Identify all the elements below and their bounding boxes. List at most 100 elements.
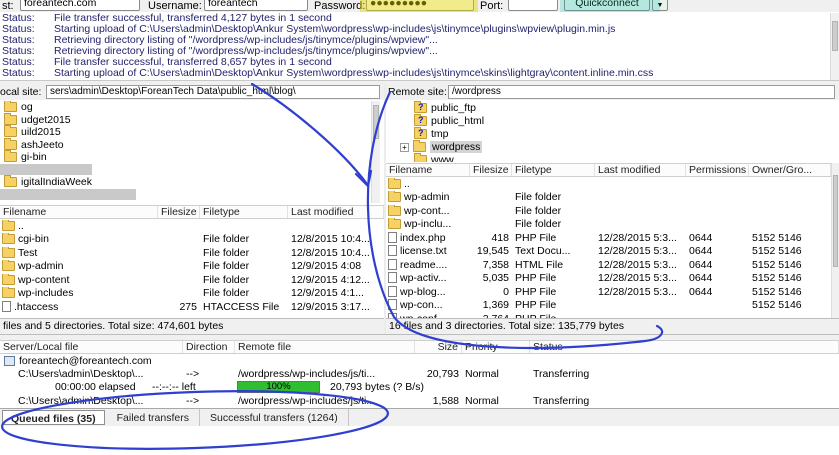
column-header[interactable]: Remote file (235, 341, 415, 353)
column-header[interactable]: Filesize (470, 164, 512, 176)
column-header[interactable]: Last modified (595, 164, 686, 176)
column-header[interactable]: Owner/Gro... (749, 164, 831, 176)
tree-item-selected[interactable]: + wordpress (400, 140, 483, 153)
local-status-bar: files and 5 directories. Total size: 474… (0, 318, 384, 334)
table-row[interactable]: wp-blog... 0 PHP File 12/28/2015 5:3... 0644… (386, 285, 831, 298)
table-row[interactable]: wp-activ... 5,035 PHP File 12/28/2015 5:3..… (386, 271, 831, 284)
column-header[interactable]: Filename (0, 206, 158, 218)
tree-item[interactable]: gi-bin (4, 150, 47, 163)
folder-icon (388, 204, 401, 216)
column-header[interactable]: Size (415, 341, 462, 353)
tree-expander-icon[interactable]: + (400, 142, 409, 152)
column-header[interactable]: Filetype (512, 164, 595, 176)
quickconnect-dropdown-icon[interactable]: ▼ (652, 0, 668, 11)
remote-list-header: Filename Filesize Filetype Last modified… (386, 163, 831, 177)
folder-icon (2, 273, 15, 285)
table-row[interactable]: wp-content File folder 12/9/2015 4:12... (0, 273, 384, 286)
log-line: Status: Starting upload of C:\Users\admin… (2, 67, 654, 79)
table-row[interactable]: .. (386, 177, 831, 190)
username-input[interactable]: foreantech (204, 0, 308, 11)
time-left: --:--:-- left (152, 381, 196, 393)
file-icon (388, 232, 397, 243)
message-log: Status: File transfer successful, transfe… (0, 13, 829, 80)
column-header[interactable]: Filename (386, 164, 470, 176)
queue-header: Server/Local file Direction Remote file … (0, 340, 839, 354)
username-label: Username: (148, 0, 202, 12)
quickconnect-button[interactable]: Quickconnect (564, 0, 650, 11)
tree-item[interactable]: udget2015 (4, 113, 71, 126)
tree-item[interactable]: public_html (414, 114, 484, 127)
tab-failed-transfers[interactable]: Failed transfers (107, 409, 200, 426)
elapsed-time: 00:00:00 elapsed (55, 381, 136, 393)
remote-status-bar: 16 files and 3 directories. Total size: … (386, 318, 839, 334)
local-tree-scrollbar[interactable] (371, 101, 380, 203)
table-row[interactable]: index.php 418 PHP File 12/28/2015 5:3... 064… (386, 231, 831, 244)
folder-icon (4, 138, 17, 150)
folder-icon (414, 153, 427, 162)
folder-icon (388, 190, 401, 202)
tree-item[interactable]: igitalIndiaWeek (4, 175, 92, 188)
queue-transfer-row[interactable]: C:\Users\admin\Desktop\... --> /wordpres… (0, 394, 839, 407)
password-input[interactable]: ●●●●●●●●● (366, 0, 474, 11)
table-row[interactable]: wp-inclu... File folder (386, 217, 831, 230)
remote-site-row: Remote site: /wordpress (386, 84, 839, 100)
column-header[interactable]: Permissions (686, 164, 749, 176)
tree-item[interactable]: og (4, 101, 33, 113)
table-row[interactable]: .htaccess 275 HTACCESS File 12/9/2015 3:17.… (0, 300, 384, 313)
remote-site-label: Remote site: (388, 86, 447, 98)
tab-queued-files[interactable]: Queued files (35) (2, 410, 105, 425)
table-row[interactable]: Test File folder 12/8/2015 10:4... (0, 246, 384, 259)
log-scrollbar[interactable] (830, 13, 839, 80)
column-header[interactable]: Filetype (200, 206, 288, 218)
table-row[interactable]: wp-admin File folder 12/9/2015 4:08 (0, 259, 384, 272)
tree-item[interactable]: ashJeeto (4, 138, 64, 151)
port-input[interactable] (508, 0, 558, 11)
host-input[interactable]: foreantech.com (20, 0, 140, 11)
queue-server-row[interactable]: foreantech@foreantech.com (0, 354, 839, 367)
folder-icon (2, 259, 15, 271)
table-row[interactable]: readme.... 7,358 HTML File 12/28/2015 5:3..… (386, 258, 831, 271)
column-header[interactable]: Filesize (158, 206, 200, 218)
server-icon (4, 355, 15, 366)
bottom-margin (0, 426, 839, 455)
filezilla-window: st: foreantech.com Username: foreantech … (0, 0, 839, 455)
redacted-item (0, 189, 136, 200)
scrollbar-thumb[interactable] (373, 105, 379, 139)
folder-icon (2, 246, 15, 258)
remote-site-combobox[interactable]: /wordpress (448, 85, 835, 99)
folder-icon (388, 217, 401, 229)
folder-icon (4, 113, 17, 125)
table-row[interactable]: cgi-bin File folder 12/8/2015 10:4... (0, 232, 384, 245)
folder-icon (413, 140, 426, 152)
table-row[interactable]: wp-con... 1,369 PHP File 5152 5146 (386, 298, 831, 311)
port-label: Port: (480, 0, 504, 12)
tree-item[interactable]: public_ftp (414, 101, 476, 114)
queue-progress-row: 00:00:00 elapsed --:--:-- left 100% 20,7… (0, 380, 839, 393)
table-row[interactable]: license.txt 19,545 Text Docu... 12/28/2015 … (386, 244, 831, 257)
tree-item[interactable]: uild2015 (4, 125, 61, 138)
tree-item[interactable]: www (414, 153, 454, 162)
scrollbar-thumb[interactable] (833, 175, 838, 267)
tree-item[interactable]: tmp (414, 127, 449, 140)
table-row[interactable]: wp-cont... File folder (386, 204, 831, 217)
tab-successful-transfers[interactable]: Successful transfers (1264) (200, 409, 349, 426)
queue-tabs: Queued files (35) Failed transfers Succe… (0, 408, 839, 426)
table-row[interactable]: .. (0, 219, 384, 232)
local-site-combobox[interactable]: sers\admin\Desktop\ForeanTech Data\publi… (46, 85, 380, 99)
table-row[interactable]: wp-includes File folder 12/9/2015 4:1... (0, 286, 384, 299)
progress-bar: 100% (237, 381, 320, 393)
column-header[interactable]: Direction (183, 341, 235, 353)
queue-transfer-row[interactable]: C:\Users\admin\Desktop\... --> /wordpres… (0, 367, 839, 380)
remote-list-scrollbar[interactable] (831, 163, 839, 318)
column-header[interactable]: Last modified (288, 206, 384, 218)
quickconnect-bar: st: foreantech.com Username: foreantech … (0, 0, 839, 12)
column-header[interactable]: Priority (462, 341, 530, 353)
column-header[interactable]: Server/Local file (0, 341, 183, 353)
folder-question-icon (414, 101, 427, 113)
scrollbar-thumb[interactable] (832, 21, 838, 51)
local-list-header: Filename Filesize Filetype Last modified (0, 205, 384, 219)
table-row[interactable]: wp-admin File folder (386, 190, 831, 203)
column-header[interactable]: Status (530, 341, 839, 353)
local-file-list: .. cgi-bin File folder 12/8/2015 10:4... T… (0, 219, 384, 318)
file-icon (388, 245, 397, 256)
